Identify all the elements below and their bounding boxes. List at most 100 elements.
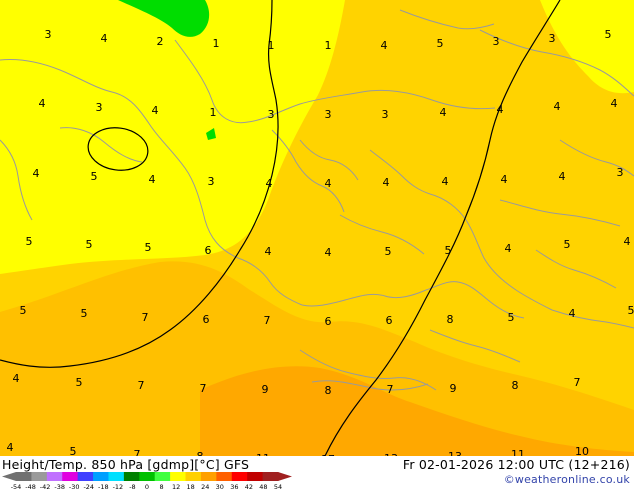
color-scale-swatch [216,472,233,481]
map-value-label: 1 [268,39,275,52]
map-value-label: 1 [213,37,220,50]
map-value-label: 4 [569,307,576,320]
color-scale-tick-label: 18 [187,483,195,490]
map-value-label: 1 [325,39,332,52]
color-scale-tick-label: 36 [230,483,238,490]
credit-link[interactable]: ©weatheronline.co.uk [504,473,630,486]
map-value-label: 3 [617,166,624,179]
map-value-label: 7 [200,382,207,395]
map-value-label: 6 [325,315,332,328]
map-value-label: 4 [265,245,272,258]
map-value-label: 4 [501,173,508,186]
chart-title: Height/Temp. 850 hPa [gdmp][°C] GFS [2,457,250,472]
map-value-label: 7 [134,448,141,456]
map-value-label: 4 [383,176,390,189]
map-value-label: 3 [549,32,556,45]
map-value-label: 4 [442,175,449,188]
color-scale-tick-label: -30 [69,483,80,490]
color-scale-tick-label: -24 [83,483,94,490]
map-value-label: 7 [574,376,581,389]
color-scale-tick-label: 30 [216,483,224,490]
color-scale-tick-label: 8 [159,483,163,490]
map-value-label: 4 [381,39,388,52]
map-value-label: 3 [493,35,500,48]
color-scale-legend: -54 -48 -42 -38 -30 -24 -18 -12 -8 0 8 12 18 24 30 36 42… [2,472,292,490]
map-value-label: 5 [628,304,634,317]
map-value-label: 4 [505,242,512,255]
map-value-label: 5 [86,238,93,251]
color-scale-tick-label: 54 [274,483,282,490]
map-value-label: 8 [447,313,454,326]
color-scale-ticks: -54 -48 -42 -38 -30 -24 -18 -12 -8 0 8 12 18 24 30 36 42… [11,483,282,490]
map-value-label: 3 [208,175,215,188]
color-scale-swatch [200,472,217,481]
map-value-label: 5 [437,37,444,50]
color-scale-bars [2,472,292,481]
color-scale-tick-label: -8 [129,483,135,490]
map-value-label: 6 [203,313,210,326]
map-value-label: 7 [264,314,271,327]
map-value-label: 4 [152,104,159,117]
map-value-label: 4 [440,106,447,119]
map-value-label: 4 [13,372,20,385]
map-value-label: 4 [39,97,46,110]
map-value-label: 6 [386,314,393,327]
map-value-label: 5 [145,241,152,254]
map-value-label: 7 [138,379,145,392]
color-scale-arrow-right [278,472,292,481]
map-value-label: 5 [70,445,77,456]
map-value-label: 5 [76,376,83,389]
map-value-label: 7 [142,311,149,324]
map-value-label: 4 [624,235,631,248]
color-scale-tick-label: 48 [259,483,267,490]
temperature-map: 3 4 2 1 1 1 4 5 3 3 54 3 4 1 3 3 3 4 4 4 44 5 4 3 4 4 4 4 4 4 35 5 5 6 4 4 5… [0,0,634,456]
color-scale-swatch [231,472,248,481]
map-value-label: 4 [497,103,504,116]
map-value-label: 3 [45,28,52,41]
map-value-label: 4 [33,167,40,180]
map-value-label: 5 [385,245,392,258]
valid-time: Fr 02-01-2026 12:00 UTC (12+216) [402,457,630,472]
map-value-label: 4 [149,173,156,186]
map-value-label: 4 [559,170,566,183]
map-value-label: 4 [325,246,332,259]
color-scale-arrow-left [2,472,16,481]
color-scale-tick-label: -42 [40,483,51,490]
color-scale-swatch [16,472,32,481]
color-scale-swatch [93,472,109,481]
map-value-label: 4 [101,32,108,45]
map-value-label: 4 [554,100,561,113]
color-scale-swatch [170,472,187,481]
color-scale-tick-label: -48 [25,483,36,490]
map-value-label: 1 [210,106,217,119]
chart-footer: Height/Temp. 850 hPa [gdmp][°C] GFS Fr 0… [0,456,634,490]
color-scale-tick-label: 0 [145,483,149,490]
map-value-label: 5 [508,311,515,324]
color-scale-swatch [31,472,48,481]
color-scale-tick-label: 24 [201,483,209,490]
map-value-label: 3 [382,108,389,121]
color-scale-tick-label: -54 [11,483,22,490]
map-value-label: 7 [387,383,394,396]
map-value-label: 9 [262,383,269,396]
weather-chart: 3421114533543413334444454344444435556445… [0,0,634,490]
map-value-label: 6 [205,244,212,257]
map-value-label: 4 [611,97,618,110]
map-value-label: 8 [512,379,519,392]
map-value-label: 5 [91,170,98,183]
map-value-label: 2 [157,35,164,48]
color-scale-tick-label: 42 [245,483,253,490]
map-value-label: 5 [20,304,27,317]
map-value-label: 3 [325,108,332,121]
color-scale-swatch [247,472,264,481]
color-scale-tick-label: -38 [54,483,65,490]
color-scale-tick-label: -12 [113,483,124,490]
map-value-label: 4 [266,177,273,190]
color-scale-swatch [46,472,63,481]
color-scale-tick-label: 12 [172,483,180,490]
map-value-label: 5 [564,238,571,251]
map-value-label: 4 [325,177,332,190]
color-scale-swatch [262,472,279,481]
color-scale-swatch [139,472,156,481]
color-scale-swatch [185,472,202,481]
